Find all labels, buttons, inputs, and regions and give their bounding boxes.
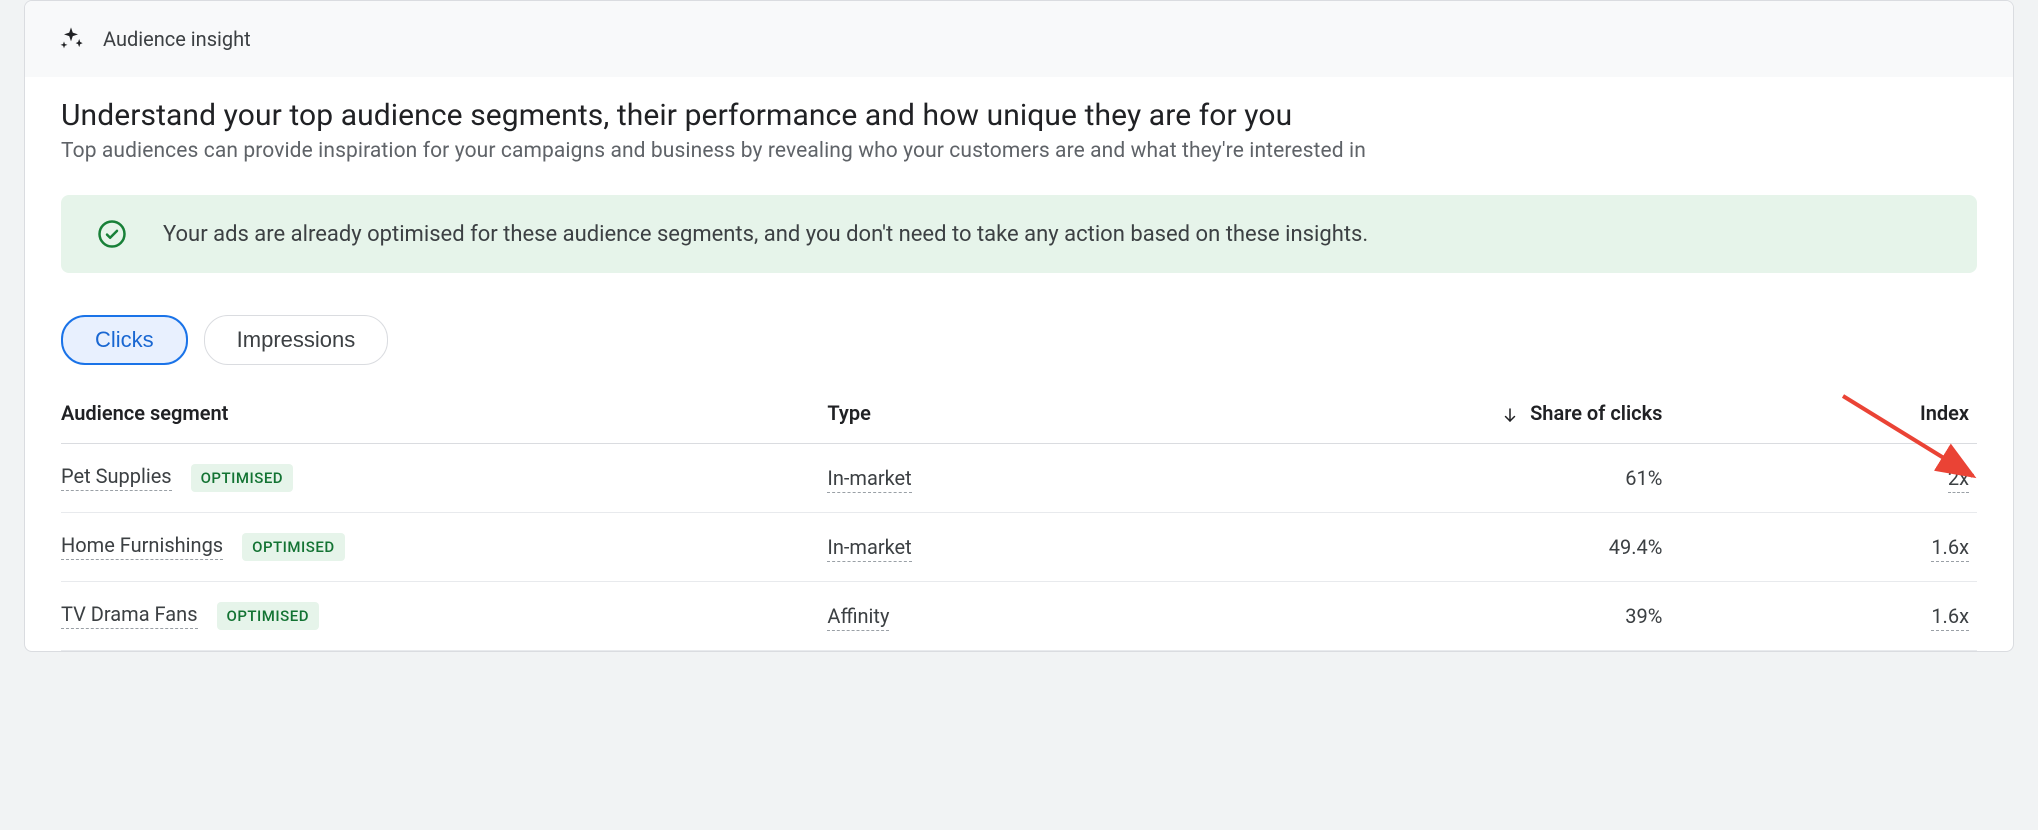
share-value: 39%	[1625, 604, 1662, 628]
audience-table-body: Pet Supplies OPTIMISED In-market 61% 2x	[61, 444, 1977, 651]
column-header-segment[interactable]: Audience segment	[61, 385, 827, 444]
audience-insight-card: Audience insight Understand your top aud…	[24, 0, 2014, 652]
column-header-index[interactable]: Index	[1670, 385, 1977, 444]
audience-table: Audience segment Type Share of clicks In…	[61, 385, 1977, 651]
card-body: Understand your top audience segments, t…	[25, 78, 2013, 651]
column-header-type[interactable]: Type	[827, 385, 1249, 444]
card-header: Audience insight	[25, 1, 2013, 78]
index-value[interactable]: 2x	[1948, 466, 1969, 493]
check-circle-icon	[97, 219, 127, 249]
optimised-notice: Your ads are already optimised for these…	[61, 195, 1977, 273]
sparkle-icon	[57, 25, 85, 53]
page-title: Understand your top audience segments, t…	[61, 98, 1977, 133]
tab-impressions[interactable]: Impressions	[204, 315, 389, 365]
table-row: Home Furnishings OPTIMISED In-market 49.…	[61, 513, 1977, 582]
share-value: 49.4%	[1609, 535, 1663, 559]
optimised-badge: OPTIMISED	[217, 602, 320, 630]
column-header-share[interactable]: Share of clicks	[1249, 385, 1671, 444]
column-header-segment-label: Audience segment	[61, 401, 228, 425]
metric-tabs: Clicks Impressions	[61, 315, 1977, 365]
index-value[interactable]: 1.6x	[1931, 535, 1969, 562]
segment-name[interactable]: TV Drama Fans	[61, 602, 198, 629]
notice-text: Your ads are already optimised for these…	[163, 222, 1368, 247]
card-header-label: Audience insight	[103, 27, 251, 51]
index-value[interactable]: 1.6x	[1931, 604, 1969, 631]
segment-type[interactable]: In-market	[827, 535, 911, 562]
arrow-down-icon	[1501, 406, 1519, 424]
segment-name[interactable]: Pet Supplies	[61, 464, 172, 491]
share-value: 61%	[1625, 466, 1662, 490]
column-header-share-label: Share of clicks	[1530, 401, 1662, 425]
column-header-index-label: Index	[1920, 401, 1969, 425]
tab-clicks[interactable]: Clicks	[61, 315, 188, 365]
segment-type[interactable]: In-market	[827, 466, 911, 493]
optimised-badge: OPTIMISED	[191, 464, 294, 492]
table-row: TV Drama Fans OPTIMISED Affinity 39% 1.6…	[61, 582, 1977, 651]
table-row: Pet Supplies OPTIMISED In-market 61% 2x	[61, 444, 1977, 513]
optimised-badge: OPTIMISED	[242, 533, 345, 561]
segment-type[interactable]: Affinity	[827, 604, 889, 631]
segment-name[interactable]: Home Furnishings	[61, 533, 223, 560]
page-subtitle: Top audiences can provide inspiration fo…	[61, 139, 1977, 163]
column-header-type-label: Type	[827, 401, 870, 425]
